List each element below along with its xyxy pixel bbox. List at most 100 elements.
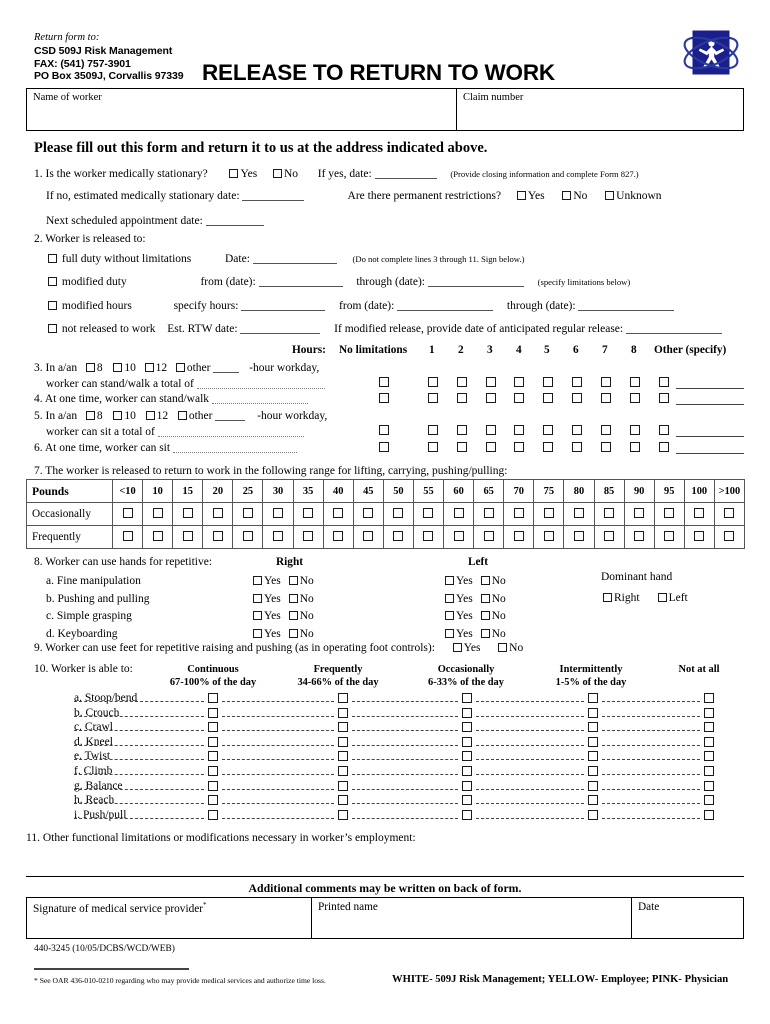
q4-hour-4-checkbox[interactable]	[514, 393, 524, 403]
q10-checkbox-7-2[interactable]	[462, 795, 472, 806]
q3-hour-3-checkbox[interactable]	[486, 377, 496, 387]
q1-if-yes-date-input[interactable]	[374, 167, 437, 179]
q10-checkbox-2-1[interactable]	[338, 722, 348, 733]
q5-option-other-checkbox[interactable]	[177, 411, 187, 420]
q3-hour-7-checkbox[interactable]	[601, 377, 611, 387]
pounds-checkbox-occasionally-70[interactable]	[513, 508, 524, 518]
q2-anticipated-release-input[interactable]	[626, 322, 722, 334]
pounds-checkbox-frequently-15[interactable]	[182, 531, 193, 541]
pounds-checkbox-frequently-70[interactable]	[513, 531, 524, 541]
pounds-checkbox-occasionally->100[interactable]	[724, 508, 735, 518]
q2-est-rtw-input[interactable]	[240, 322, 321, 334]
q6-no-limitations-checkbox[interactable]	[379, 442, 389, 452]
q6-hour-6-checkbox[interactable]	[572, 442, 582, 452]
pounds-checkbox-frequently-45[interactable]	[363, 531, 374, 541]
q3-hour-5-checkbox[interactable]	[543, 377, 553, 387]
q8-right-yes-checkbox-3[interactable]	[253, 628, 262, 638]
q10-checkbox-7-1[interactable]	[338, 795, 348, 806]
q10-checkbox-3-2[interactable]	[462, 736, 472, 747]
q10-checkbox-0-0[interactable]	[208, 693, 218, 703]
pounds-checkbox-occasionally-30[interactable]	[273, 508, 284, 518]
q2-specify-hours-input[interactable]	[241, 299, 326, 311]
q6-other-checkbox[interactable]	[659, 442, 669, 452]
pounds-checkbox-frequently-80[interactable]	[573, 531, 584, 541]
pounds-checkbox-frequently-30[interactable]	[273, 531, 284, 541]
q10-checkbox-3-0[interactable]	[208, 736, 218, 747]
q8-right-no-checkbox-2[interactable]	[288, 611, 298, 620]
pounds-checkbox-frequently-20[interactable]	[212, 531, 223, 541]
q6-hour-8-checkbox[interactable]	[630, 442, 640, 452]
q8-right-yes-checkbox-1[interactable]	[253, 593, 262, 603]
q10-checkbox-5-1[interactable]	[338, 766, 348, 776]
q10-checkbox-8-1[interactable]	[338, 809, 348, 820]
q1-perm-no-checkbox[interactable]	[562, 191, 572, 200]
pounds-checkbox-occasionally-45[interactable]	[363, 508, 374, 518]
q8-dominant-right-checkbox[interactable]	[603, 593, 612, 602]
q5-hour-3-checkbox[interactable]	[486, 425, 496, 435]
q10-checkbox-2-3[interactable]	[588, 722, 598, 733]
q10-checkbox-2-0[interactable]	[208, 722, 218, 733]
q5-hour-2-checkbox[interactable]	[457, 425, 467, 435]
q2-modified-duty-checkbox[interactable]	[48, 277, 57, 286]
q2-not-released-checkbox[interactable]	[48, 324, 57, 333]
q3-other-input[interactable]	[213, 361, 240, 373]
q5-option-8-checkbox[interactable]	[85, 411, 95, 420]
q10-checkbox-5-3[interactable]	[588, 766, 598, 776]
pounds-checkbox-frequently-35[interactable]	[303, 531, 314, 541]
q10-checkbox-0-2[interactable]	[462, 693, 472, 703]
q10-checkbox-5-2[interactable]	[462, 766, 472, 776]
q5-hour-1-checkbox[interactable]	[428, 425, 438, 435]
q10-checkbox-7-0[interactable]	[208, 795, 218, 806]
pounds-checkbox-occasionally-25[interactable]	[242, 508, 253, 518]
pounds-checkbox-occasionally-80[interactable]	[573, 508, 584, 518]
pounds-checkbox-occasionally-95[interactable]	[664, 508, 675, 518]
pounds-checkbox-frequently-65[interactable]	[483, 531, 494, 541]
q6-hour-4-checkbox[interactable]	[514, 442, 524, 452]
q4-hour-8-checkbox[interactable]	[630, 393, 640, 403]
pounds-checkbox-frequently-85[interactable]	[604, 531, 615, 541]
claim-number-field[interactable]: Claim number	[457, 89, 743, 130]
q10-checkbox-5-0[interactable]	[208, 766, 218, 776]
q10-checkbox-4-2[interactable]	[462, 751, 472, 762]
pounds-checkbox-frequently-10[interactable]	[152, 531, 163, 541]
q5-total-input[interactable]	[157, 426, 304, 437]
q5-hour-4-checkbox[interactable]	[514, 425, 524, 435]
q1-no-checkbox[interactable]	[272, 169, 282, 178]
q5-hour-5-checkbox[interactable]	[543, 425, 553, 435]
q1-if-no-date-input[interactable]	[242, 189, 305, 201]
q10-checkbox-8-4[interactable]	[704, 809, 714, 820]
q3-hour-6-checkbox[interactable]	[572, 377, 582, 387]
q10-checkbox-1-1[interactable]	[338, 707, 348, 718]
q10-checkbox-5-4[interactable]	[704, 766, 714, 776]
pounds-checkbox-occasionally-65[interactable]	[483, 508, 494, 518]
q8-left-yes-checkbox-0[interactable]	[445, 576, 454, 585]
q8-right-no-checkbox-3[interactable]	[288, 628, 298, 638]
q4-no-limitations-checkbox[interactable]	[379, 393, 389, 403]
pounds-checkbox-frequently-100[interactable]	[694, 531, 705, 541]
pounds-checkbox-frequently-90[interactable]	[634, 531, 645, 541]
q10-checkbox-3-1[interactable]	[338, 736, 348, 747]
pounds-checkbox-occasionally-10[interactable]	[152, 508, 163, 518]
q10-checkbox-2-4[interactable]	[704, 722, 714, 733]
q4-input[interactable]	[211, 393, 308, 404]
pounds-checkbox-occasionally-90[interactable]	[634, 508, 645, 518]
q9-yes-checkbox[interactable]	[452, 643, 462, 652]
q8-left-no-checkbox-3[interactable]	[480, 628, 490, 638]
q3-hour-4-checkbox[interactable]	[514, 377, 524, 387]
q4-other-checkbox[interactable]	[659, 393, 669, 403]
q3-hour-8-checkbox[interactable]	[630, 377, 640, 387]
q8-right-yes-checkbox-2[interactable]	[253, 611, 262, 620]
q4-hour-5-checkbox[interactable]	[543, 393, 553, 403]
q10-checkbox-3-3[interactable]	[588, 736, 598, 747]
q3-hour-1-checkbox[interactable]	[428, 377, 438, 387]
q2-full-duty-checkbox[interactable]	[48, 254, 57, 263]
q10-checkbox-6-0[interactable]	[208, 780, 218, 791]
pounds-checkbox-occasionally-35[interactable]	[303, 508, 314, 518]
pounds-checkbox-occasionally-60[interactable]	[453, 508, 464, 518]
q3-other-specify-line[interactable]	[676, 388, 744, 389]
pounds-checkbox-frequently-25[interactable]	[242, 531, 253, 541]
q4-hour-7-checkbox[interactable]	[601, 393, 611, 403]
pounds-checkbox-occasionally-50[interactable]	[393, 508, 404, 518]
q3-option-other-checkbox[interactable]	[175, 363, 185, 372]
q3-no-limitations-checkbox[interactable]	[379, 377, 389, 387]
